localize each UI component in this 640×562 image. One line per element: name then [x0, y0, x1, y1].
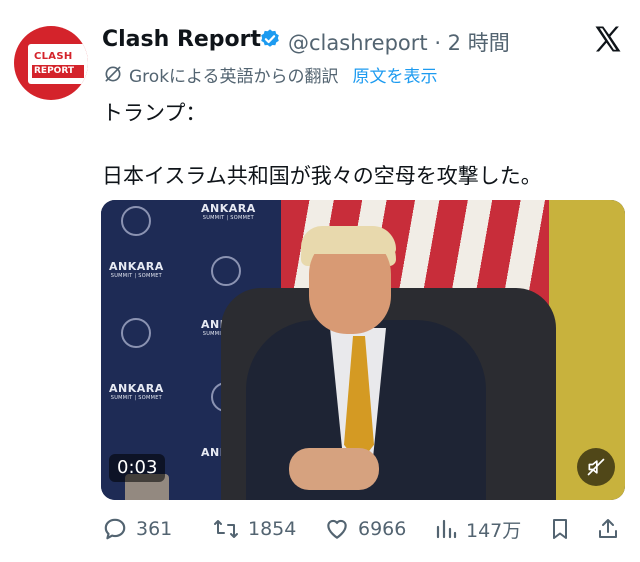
grok-translate-icon: [105, 66, 121, 82]
display-name[interactable]: Clash Report: [102, 27, 261, 52]
time-ago[interactable]: 2 時間: [448, 31, 510, 55]
heart-icon: [327, 519, 347, 539]
translation-note: Grokによる英語からの翻訳 原文を表示: [103, 62, 438, 87]
like-button[interactable]: 6966: [324, 514, 406, 544]
avatar-text-report: REPORT: [32, 65, 84, 78]
seal-emblem: [121, 318, 151, 348]
share-button[interactable]: [596, 514, 628, 544]
muted-speaker-icon: [587, 458, 605, 476]
handle[interactable]: @clashreport: [288, 31, 428, 55]
like-count: 6966: [358, 518, 407, 540]
views-button[interactable]: 147万: [434, 514, 521, 544]
views-bar-icon: [436, 519, 457, 539]
backdrop-logo: ANKARASUMMIT | SOMMET: [109, 382, 164, 401]
share-icon: [599, 519, 617, 538]
handle-and-time: @clashreport · 2 時間: [288, 27, 510, 57]
translation-note-text: Grokによる英語からの翻訳: [129, 66, 339, 87]
tweet-text-line-2: 日本イスラム共和国が我々の空母を攻撃した。: [102, 164, 542, 188]
seal-emblem: [211, 256, 241, 286]
avatar-badge: [28, 44, 88, 84]
view-count: 147万: [466, 519, 522, 542]
separator-dot: ·: [427, 31, 448, 55]
tweet-action-bar: 361 1854 6966 147万: [100, 514, 626, 544]
mute-toggle-button[interactable]: [577, 448, 615, 486]
repost-icon: [214, 520, 238, 538]
repost-button[interactable]: 1854: [212, 514, 296, 544]
verified-badge-icon: [261, 29, 279, 47]
avatar-text-clash: CLASH: [34, 51, 73, 62]
seal-emblem: [121, 206, 151, 236]
bookmark-icon: [553, 519, 567, 539]
video-player[interactable]: ANKARA SUMMIT | SOMMET ANKARA SUMMIT | SOM…: [101, 200, 625, 500]
reply-icon: [104, 518, 126, 540]
tweet-text-line-1: トランプ：: [102, 101, 207, 125]
speaker-hair-top: [301, 226, 396, 254]
video-timestamp: 0:03: [109, 454, 166, 482]
reply-count: 361: [136, 518, 173, 540]
speaker-hands: [289, 448, 379, 490]
reply-button[interactable]: 361: [102, 514, 172, 544]
repost-count: 1854: [248, 518, 297, 540]
x-logo-icon[interactable]: [593, 24, 623, 54]
avatar[interactable]: CLASH REPORT: [14, 26, 88, 100]
backdrop-logo: ANKARASUMMIT | SOMMET: [201, 202, 256, 221]
backdrop-logo: ANKARASUMMIT | SOMMET: [109, 260, 164, 279]
bookmark-button[interactable]: [548, 514, 580, 544]
show-original-link[interactable]: 原文を表示: [353, 62, 438, 87]
